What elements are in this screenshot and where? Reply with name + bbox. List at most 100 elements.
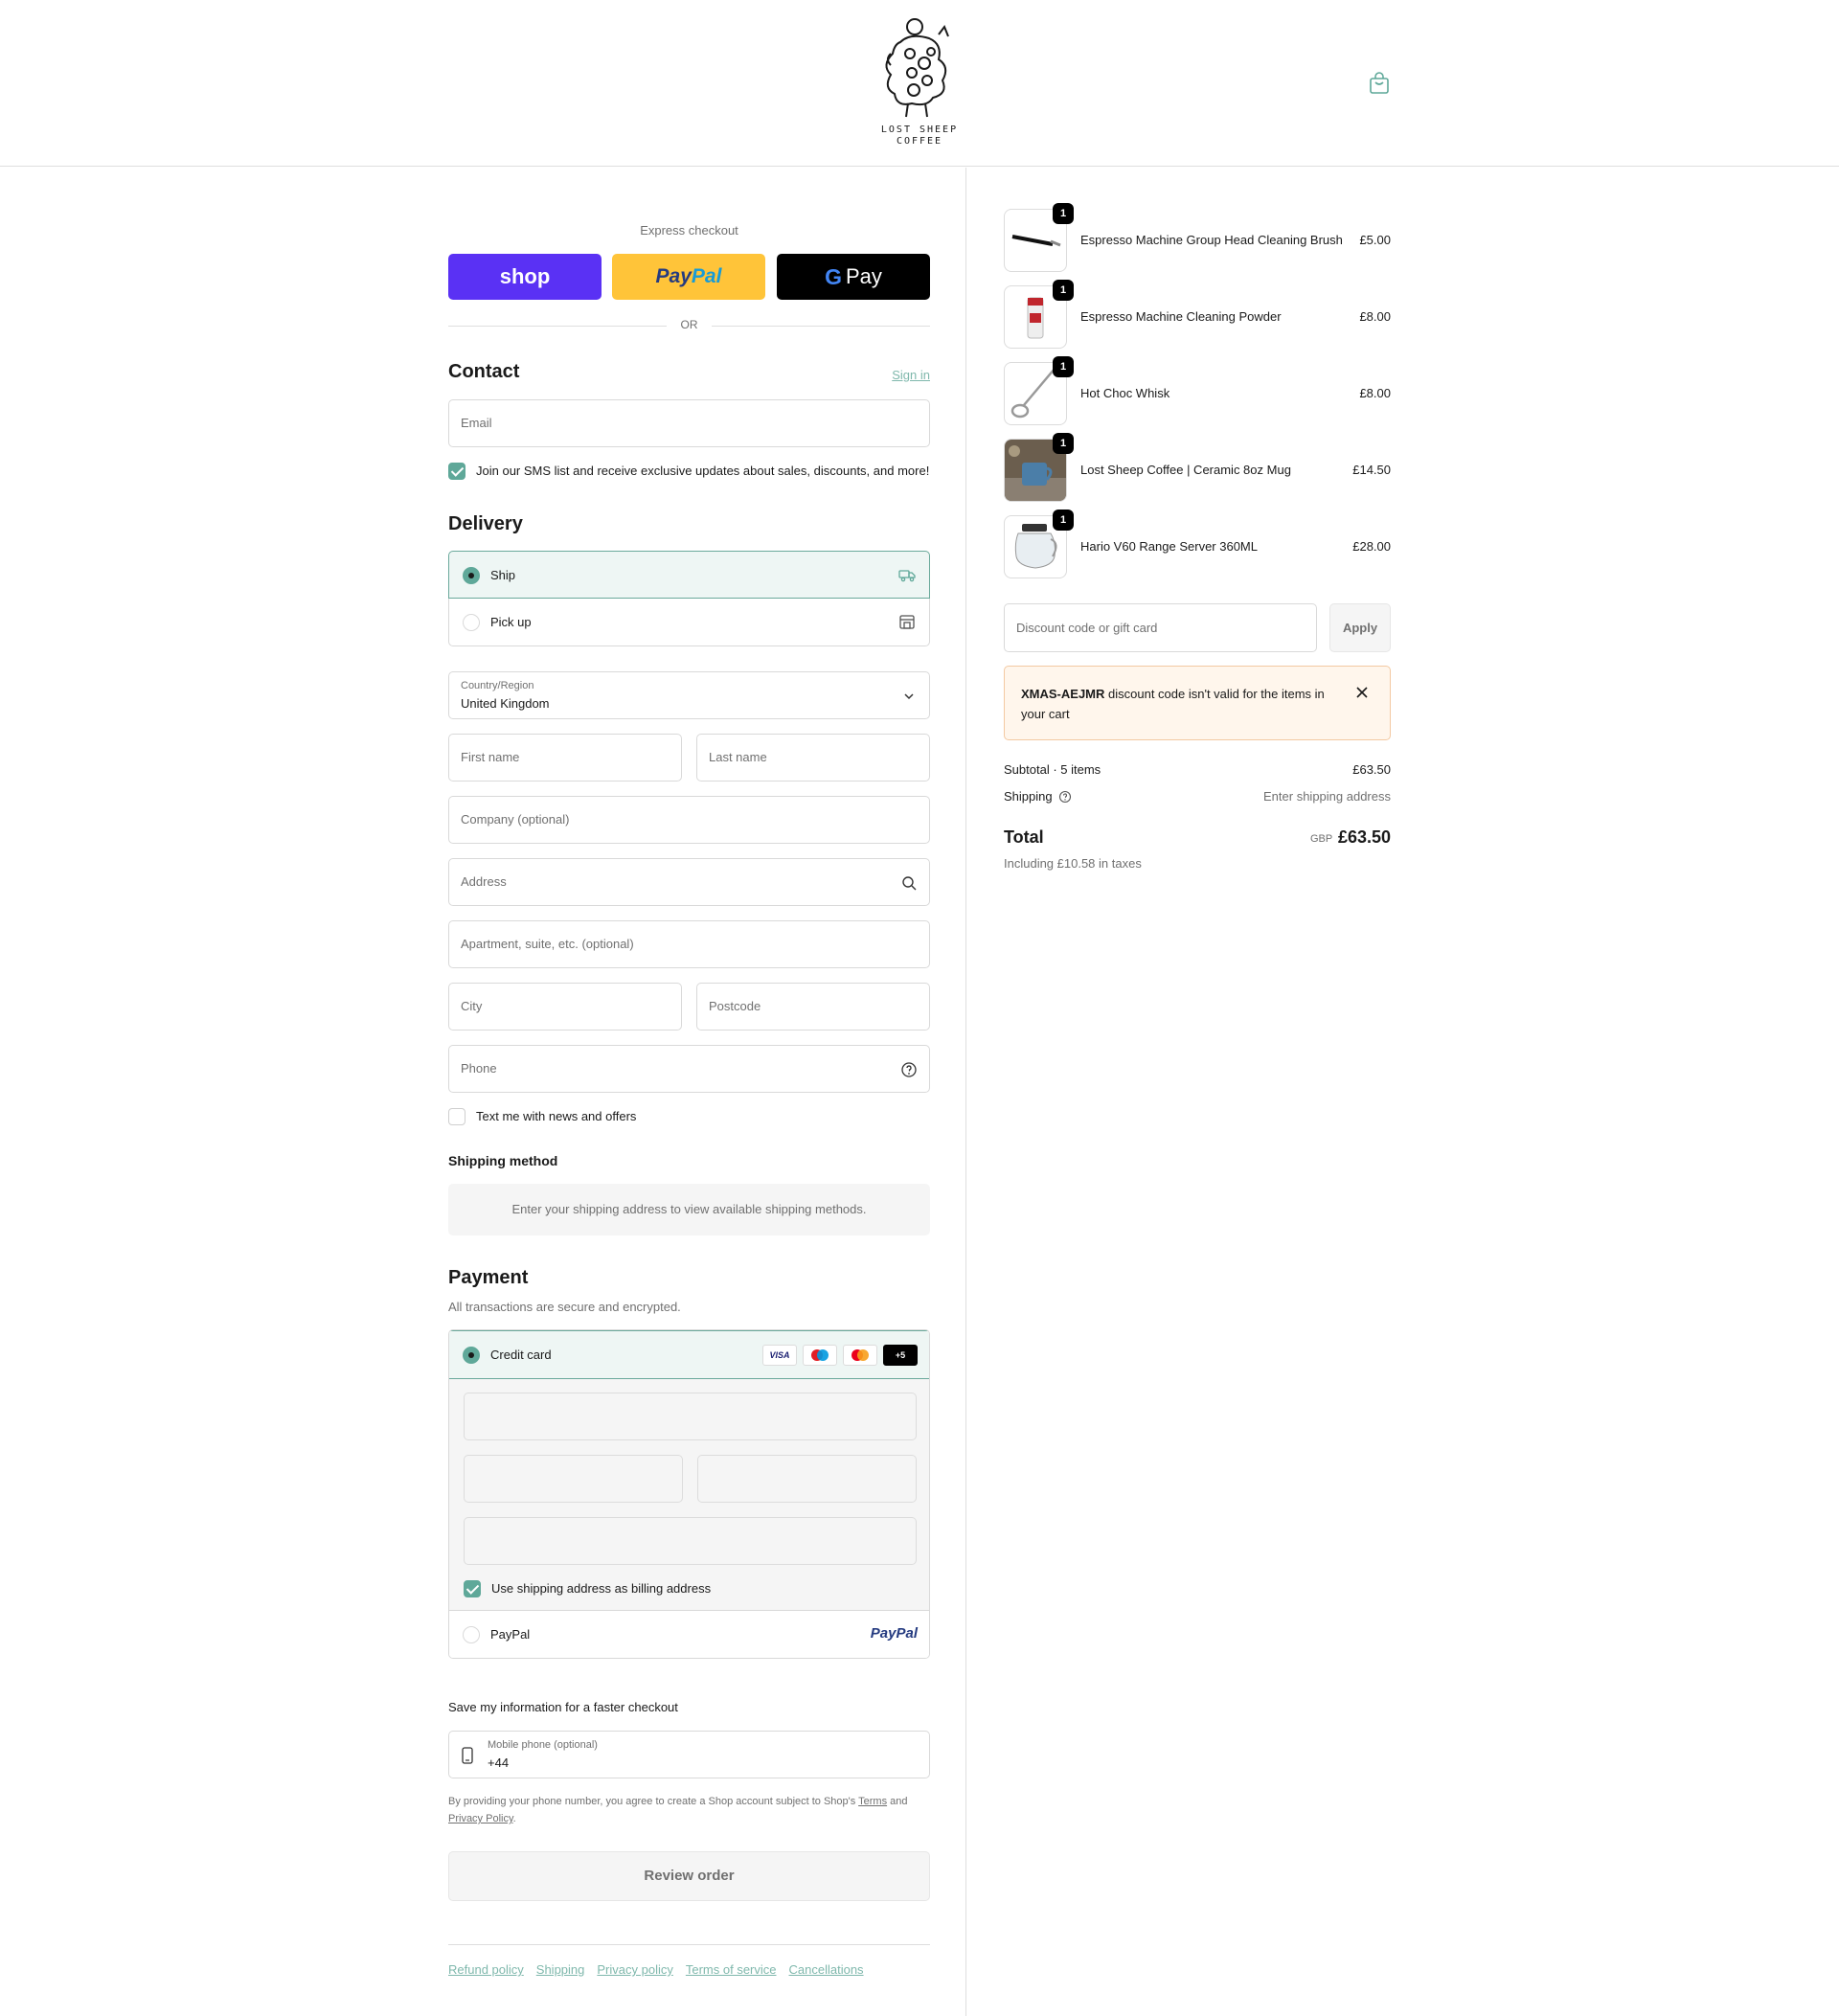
cart-bag-icon[interactable] [1368,71,1391,96]
brand-name-line1: LOST SHEEP [880,125,959,135]
quantity-badge: 1 [1053,433,1074,454]
apply-discount-button[interactable]: Apply [1329,603,1391,652]
quantity-badge: 1 [1053,356,1074,377]
credit-card-form: Use shipping address as billing address [449,1379,929,1611]
total-value: £63.50 [1337,827,1391,847]
payment-options: Credit card VISA +5 Use shipping address… [448,1329,930,1659]
item-price: £8.00 [1359,309,1391,324]
item-price: £28.00 [1352,539,1391,554]
google-g-icon: G [825,263,842,289]
express-checkout-title: Express checkout [640,223,738,238]
cancellations-link[interactable]: Cancellations [789,1962,864,1977]
text-news-checkbox[interactable] [448,1108,465,1125]
first-name-field[interactable]: First name [448,734,682,781]
brand-name-line2: COFFEE [896,136,943,147]
text-news-label: Text me with news and offers [476,1109,637,1123]
sms-checkbox[interactable] [448,463,465,480]
phone-field[interactable]: Phone [448,1045,930,1093]
review-order-button[interactable]: Review order [448,1851,930,1901]
privacy-policy-footer-link[interactable]: Privacy policy [597,1962,672,1977]
card-name-field[interactable] [464,1517,917,1565]
terms-of-service-link[interactable]: Terms of service [686,1962,777,1977]
paypal-express-button[interactable]: Pay Pal [612,254,765,300]
store-icon [899,615,915,629]
refund-policy-link[interactable]: Refund policy [448,1962,524,1977]
pickup-radio[interactable] [463,614,480,631]
shipping-value: Enter shipping address [1263,789,1391,804]
subtotal-row: Subtotal · 5 items £63.50 [1004,762,1391,777]
paypal-logo: PayPal [870,1625,918,1642]
close-icon[interactable] [1355,686,1369,699]
header: LOST SHEEP COFFEE [0,0,1839,167]
cart-item: 1 Hot Choc Whisk £8.00 [1004,356,1391,425]
pickup-option[interactable]: Pick up [448,599,930,646]
ship-radio[interactable] [463,567,480,584]
help-circle-icon[interactable] [900,1061,918,1078]
sign-in-link[interactable]: Sign in [892,368,930,382]
brand-logo[interactable]: LOST SHEEP COFFEE [872,15,967,149]
city-field[interactable]: City [448,983,682,1031]
apartment-field[interactable]: Apartment, suite, etc. (optional) [448,920,930,968]
shipping-link[interactable]: Shipping [536,1962,585,1977]
billing-same-checkbox[interactable] [464,1580,481,1597]
cart-item: 1 Espresso Machine Cleaning Powder £8.00 [1004,280,1391,349]
item-price: £5.00 [1359,233,1391,247]
shipping-method-title: Shipping method [448,1153,558,1168]
credit-card-radio[interactable] [463,1347,480,1364]
paypal-radio[interactable] [463,1626,480,1643]
mastercard-icon [843,1345,877,1366]
quantity-badge: 1 [1053,280,1074,301]
maestro-icon [803,1345,837,1366]
google-pay-button[interactable]: G Pay [777,254,930,300]
privacy-policy-link[interactable]: Privacy Policy [448,1813,513,1824]
card-security-code-field[interactable] [697,1455,917,1503]
taxes-note: Including £10.58 in taxes [1004,856,1142,871]
ship-option[interactable]: Ship [448,551,930,599]
discount-error-banner: XMAS-AEJMR discount code isn't valid for… [1004,666,1391,740]
quantity-badge: 1 [1053,510,1074,531]
payment-title: Payment [448,1267,529,1288]
item-price: £8.00 [1359,386,1391,400]
shipping-method-message: Enter your shipping address to view avai… [448,1184,930,1235]
payment-subtitle: All transactions are secure and encrypte… [448,1300,681,1314]
card-number-field[interactable] [464,1393,917,1440]
cart-item: 1 Espresso Machine Group Head Cleaning B… [1004,203,1391,272]
address-field[interactable]: Address [448,858,930,906]
country-select[interactable]: Country/Region United Kingdom [448,671,930,719]
discount-code: XMAS-AEJMR [1021,687,1105,701]
cart-item: 1 Lost Sheep Coffee | Ceramic 8oz Mug £1… [1004,433,1391,502]
help-circle-icon[interactable] [1058,790,1072,804]
shipping-label: Shipping [1004,789,1053,804]
cart-item: 1 Hario V60 Range Server 360ML £28.00 [1004,510,1391,578]
shop-legal-text: By providing your phone number, you agre… [448,1796,908,1824]
company-field[interactable]: Company (optional) [448,796,930,844]
billing-same-label: Use shipping address as billing address [491,1581,712,1596]
item-name: Espresso Machine Cleaning Powder [1080,309,1282,324]
mobile-phone-icon [462,1747,473,1764]
total-currency: GBP [1310,833,1333,845]
discount-code-field[interactable]: Discount code or gift card [1004,603,1317,652]
sheep-logo-icon [885,18,949,118]
quantity-badge: 1 [1053,203,1074,224]
shop-pay-button[interactable]: shop [448,254,602,300]
visa-icon: VISA [762,1345,797,1366]
chevron-down-icon [904,693,914,700]
contact-title: Contact [448,361,520,382]
card-expiry-field[interactable] [464,1455,683,1503]
credit-card-option[interactable]: Credit card VISA +5 [449,1330,929,1379]
subtotal-label: Subtotal · 5 items [1004,762,1101,777]
sms-label: Join our SMS list and receive exclusive … [476,464,930,478]
mobile-phone-field[interactable]: Mobile phone (optional) +44 [448,1731,930,1778]
paypal-option[interactable]: PayPal PayPal [449,1611,929,1658]
footer-links: Refund policy Shipping Privacy policy Te… [448,1962,864,1977]
or-divider: OR [448,318,930,331]
delivery-title: Delivery [448,513,523,534]
subtotal-value: £63.50 [1352,762,1391,777]
search-icon [902,876,917,891]
email-field[interactable]: Email [448,399,930,447]
last-name-field[interactable]: Last name [696,734,930,781]
card-logos: VISA +5 [762,1345,918,1366]
terms-link[interactable]: Terms [858,1796,887,1807]
item-name: Lost Sheep Coffee | Ceramic 8oz Mug [1080,463,1291,477]
postcode-field[interactable]: Postcode [696,983,930,1031]
